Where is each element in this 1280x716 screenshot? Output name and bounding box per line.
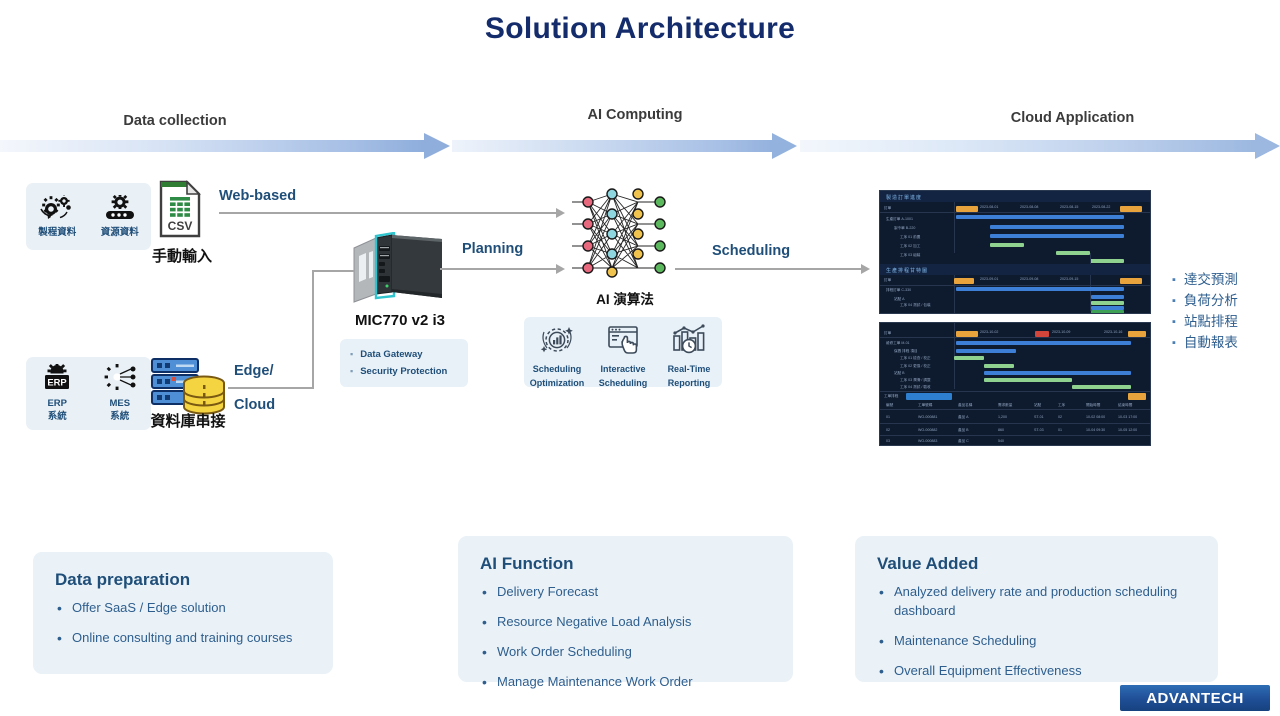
icon-caption-line2: 系統	[47, 411, 67, 422]
card-bullet-item: Work Order Scheduling	[480, 642, 771, 662]
feature-item: Data Gateway	[350, 347, 458, 364]
ai-function-label-line2: Optimization	[529, 378, 585, 389]
card-bullet-item: Resource Negative Load Analysis	[480, 612, 771, 632]
ai-function-label-line1: Scheduling	[532, 364, 582, 374]
phase-label: Cloud Application	[1010, 110, 1135, 126]
icon-caption: 資源資料	[100, 226, 139, 238]
ai-function-real-time-reporting: Real-Time Reporting	[658, 324, 720, 390]
card-bullet-item: Delivery Forecast	[480, 582, 771, 602]
page-title: Solution Architecture	[484, 12, 796, 45]
phase-header-data-collection: Data collection	[50, 113, 300, 129]
connector-line-scheduling	[675, 268, 863, 270]
phase-arrow-cloud-application	[800, 133, 1280, 159]
phase-label: AI Computing	[587, 107, 683, 123]
database-node-caption: 資料庫串接	[150, 413, 226, 430]
connector-label-edge-line2: Cloud	[234, 397, 276, 413]
cloud-application-bullets: 達交預測 負荷分析 站點排程 自動報表	[1172, 270, 1238, 354]
process-data-icon-group: 製程資料 資源資料	[26, 183, 151, 250]
svg-text:CSV: CSV	[168, 219, 193, 233]
resource-data-item: 資源資料	[92, 192, 148, 239]
ai-function-label-line1: Interactive	[600, 364, 646, 374]
ai-function-icon-box: Scheduling Optimization Interactive Sche…	[524, 317, 722, 390]
phase-arrow-data-collection	[0, 133, 450, 159]
process-data-item: 製程資料	[29, 192, 85, 239]
erp-icon: ERP	[45, 362, 70, 390]
phase-label: Data collection	[123, 113, 227, 129]
dashboard-table-tab[interactable]	[906, 393, 952, 400]
card-bullet-item: Overall Equipment Effectiveness	[877, 661, 1196, 681]
icon-caption: 製程資料	[38, 226, 77, 238]
system-data-icon-group: ERP ERP 系統 MES 系統	[26, 357, 151, 430]
card-data-preparation: Data preparation Offer SaaS / Edge solut…	[33, 552, 333, 674]
ai-algorithm-caption: AI 演算法	[596, 292, 654, 307]
connector-line-web-based	[219, 212, 558, 214]
advantech-logo-text: ADVANTECH	[1146, 689, 1244, 707]
phase-arrow-ai-computing	[452, 133, 797, 159]
gears-icon	[40, 192, 72, 219]
erp-system-item: ERP ERP 系統	[29, 362, 85, 423]
icon-caption-line1: ERP	[47, 398, 68, 410]
card-bullet-item: Manage Maintenance Work Order	[480, 672, 771, 692]
ai-function-interactive-scheduling: Interactive Scheduling	[592, 324, 654, 390]
card-bullet-item: Offer SaaS / Edge solution	[55, 598, 311, 618]
ai-function-label-line1: Real-Time	[667, 364, 711, 374]
csv-file-icon: CSV	[159, 180, 201, 238]
dashboard-table-title: 工單排程	[884, 394, 899, 398]
phase-header-cloud-application: Cloud Application	[950, 110, 1195, 126]
connector-line-edge-cloud-horizontal-bottom	[228, 387, 313, 389]
real-time-reporting-icon	[673, 324, 705, 354]
dashboard-section-header-2: 生產排程甘特圖	[880, 264, 1150, 275]
card-title: AI Function	[480, 554, 574, 573]
edge-device-feature-box: Data Gateway Security Protection	[340, 339, 468, 387]
connector-arrowhead	[556, 264, 565, 274]
edge-device-caption: MIC770 v2 i3	[354, 312, 446, 329]
advantech-logo: ADVANTECH	[1120, 685, 1270, 711]
connector-label-scheduling: Scheduling	[712, 243, 791, 259]
conveyor-gear-icon	[105, 192, 134, 219]
interactive-scheduling-icon	[608, 326, 638, 354]
connector-label-edge-line1: Edge/	[234, 363, 274, 379]
ai-function-label-line2: Reporting	[667, 378, 711, 389]
industrial-pc-icon	[353, 231, 442, 303]
dashboard-section-title: 生產排程甘特圖	[886, 268, 929, 274]
dashboard-section-header: 製造訂單進度	[880, 191, 1150, 202]
scheduling-table-dashboard-screenshot[interactable]: 2023-10-02 2023-10-09 2023-10-16 訂單 維修工單…	[879, 322, 1151, 446]
cloud-bullet-item: 自動報表	[1172, 333, 1238, 354]
ai-function-scheduling-optimization: Scheduling Optimization	[526, 324, 588, 390]
connector-line-edge-cloud-horizontal-top	[312, 270, 354, 272]
card-value-added: Value Added Analyzed delivery rate and p…	[855, 536, 1218, 682]
scheduling-optimization-icon	[540, 327, 573, 353]
connector-arrowhead	[861, 264, 870, 274]
csv-file-node: CSV	[157, 180, 203, 243]
card-bullet-item: Online consulting and training courses	[55, 628, 311, 648]
neural-network-icon	[572, 188, 666, 278]
connector-line-edge-cloud-vertical	[312, 270, 314, 389]
cloud-bullet-item: 站點排程	[1172, 312, 1238, 333]
card-title: Value Added	[877, 554, 979, 573]
icon-caption-line1: MES	[109, 398, 131, 410]
edge-device-node	[346, 231, 450, 317]
connector-label-planning: Planning	[462, 241, 524, 257]
dashboard-section-title: 製造訂單進度	[886, 195, 923, 201]
ai-function-label-line2: Scheduling	[598, 378, 648, 389]
card-bullet-item: Maintenance Scheduling	[877, 631, 1196, 651]
connector-arrowhead	[556, 208, 565, 218]
feature-item: Security Protection	[350, 364, 458, 381]
cloud-bullet-item: 達交預測	[1172, 270, 1238, 291]
cloud-bullet-item: 負荷分析	[1172, 291, 1238, 312]
phase-header-ai-computing: AI Computing	[520, 107, 750, 123]
card-title: Data preparation	[55, 570, 191, 589]
card-bullet-item: Analyzed delivery rate and production sc…	[877, 582, 1196, 621]
card-ai-function: AI Function Delivery Forecast Resource N…	[458, 536, 793, 692]
svg-text:ERP: ERP	[48, 377, 67, 388]
ai-algorithm-node	[572, 184, 678, 283]
mes-icon	[104, 364, 136, 391]
connector-label-web-based: Web-based	[219, 188, 297, 204]
gantt-dashboard-screenshot[interactable]: 製造訂單進度 2023-08-01 2023-08-08 2023-08-15 …	[879, 190, 1151, 314]
connector-line-planning	[440, 268, 558, 270]
csv-node-caption: 手動輸入	[151, 248, 212, 265]
